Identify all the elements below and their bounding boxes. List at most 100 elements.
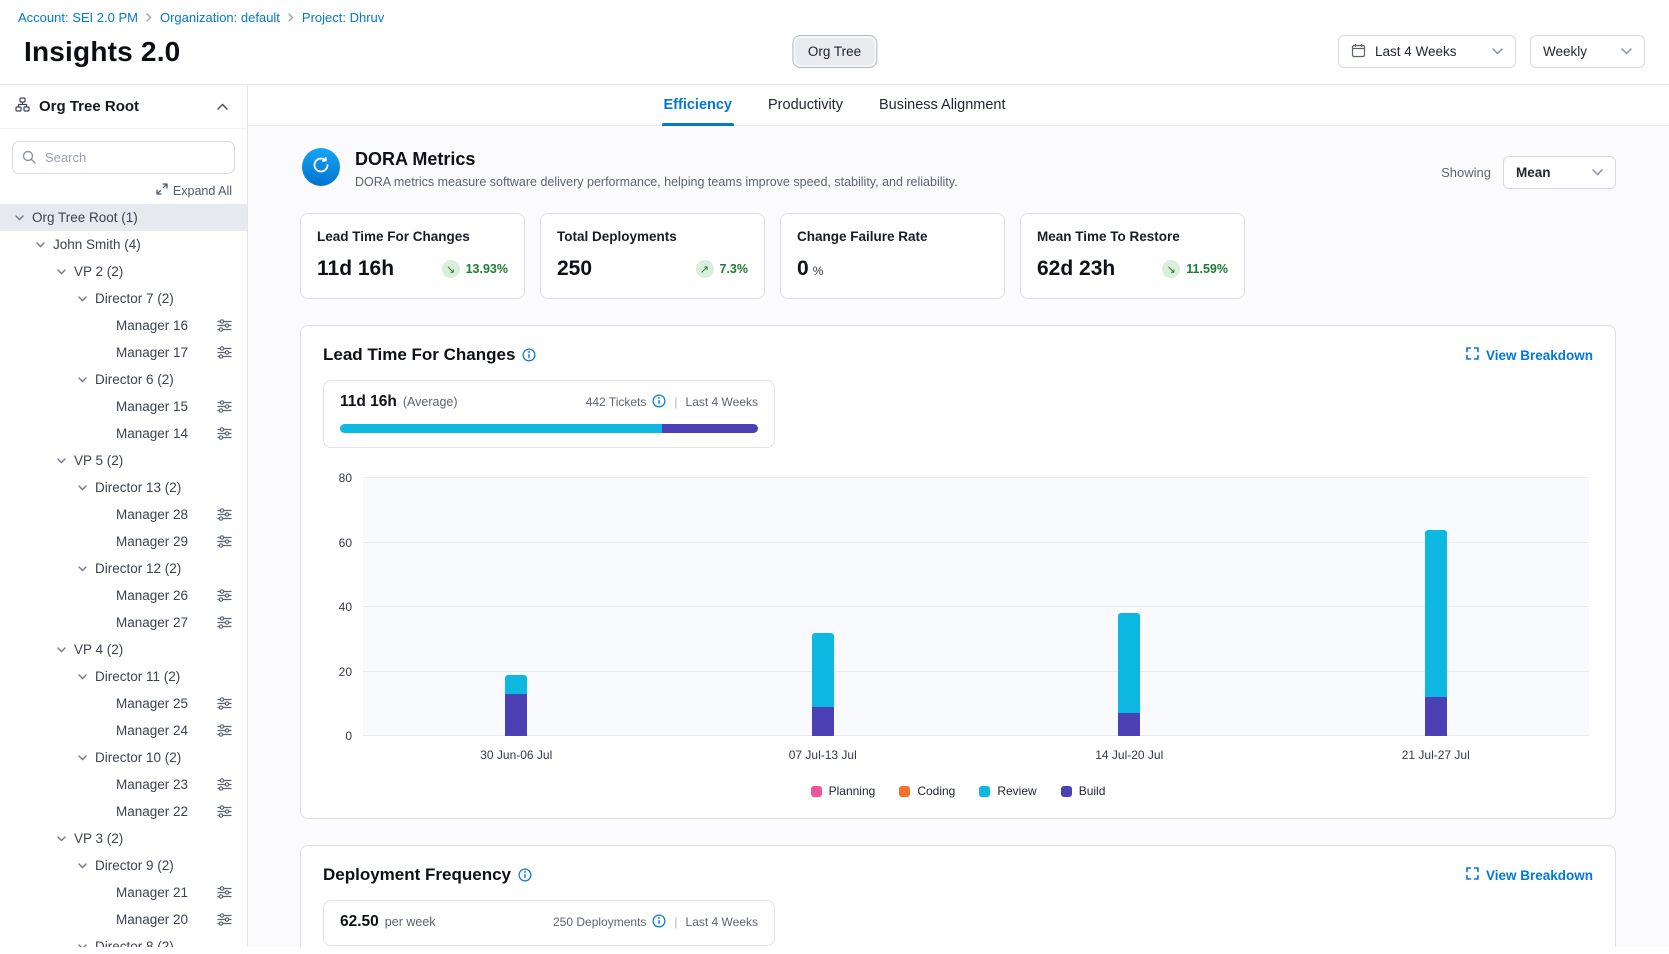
info-icon[interactable] bbox=[522, 348, 536, 362]
filter-sliders-icon[interactable] bbox=[217, 319, 232, 332]
date-range-value: Last 4 Weeks bbox=[1375, 44, 1457, 59]
bar-segment-build bbox=[1118, 713, 1140, 736]
header-row: Insights 2.0 Org Tree Last 4 Weeks Weekl… bbox=[0, 27, 1669, 84]
summary-value: 62.50 bbox=[340, 913, 379, 931]
chevron-down-icon[interactable] bbox=[77, 863, 87, 869]
tab-productivity[interactable]: Productivity bbox=[766, 85, 845, 125]
chevron-down-icon[interactable] bbox=[56, 647, 66, 653]
tree-node[interactable]: VP 5 (2) bbox=[0, 447, 247, 474]
org-tree-icon bbox=[15, 97, 30, 117]
tree-node[interactable]: Manager 24 bbox=[0, 717, 247, 744]
chevron-down-icon[interactable] bbox=[35, 242, 45, 248]
filter-sliders-icon[interactable] bbox=[217, 697, 232, 710]
breadcrumb-link[interactable]: Organization: default bbox=[160, 10, 280, 25]
chevron-down-icon[interactable] bbox=[77, 296, 87, 302]
filter-sliders-icon[interactable] bbox=[217, 589, 232, 602]
tree-node[interactable]: Director 12 (2) bbox=[0, 555, 247, 582]
filter-sliders-icon[interactable] bbox=[217, 346, 232, 359]
tree-node-label: Manager 25 bbox=[116, 696, 188, 711]
tree-node[interactable]: Manager 14 bbox=[0, 420, 247, 447]
chevron-down-icon[interactable] bbox=[56, 269, 66, 275]
tree-node[interactable]: Org Tree Root (1) bbox=[0, 204, 247, 231]
filter-sliders-icon[interactable] bbox=[217, 400, 232, 413]
aggregation-select[interactable]: Mean bbox=[1503, 156, 1616, 189]
chevron-down-icon[interactable] bbox=[77, 755, 87, 761]
tree-node[interactable]: Director 7 (2) bbox=[0, 285, 247, 312]
date-range-select[interactable]: Last 4 Weeks bbox=[1338, 35, 1516, 68]
trend-badge: ↘11.59% bbox=[1162, 260, 1228, 278]
filter-sliders-icon[interactable] bbox=[217, 616, 232, 629]
tree-node[interactable]: Manager 27 bbox=[0, 609, 247, 636]
chevron-down-icon[interactable] bbox=[14, 215, 24, 221]
chevron-down-icon[interactable] bbox=[77, 674, 87, 680]
metric-value: 11d 16h bbox=[317, 257, 394, 281]
tree-node[interactable]: Manager 16 bbox=[0, 312, 247, 339]
tree-node[interactable]: Director 8 (2) bbox=[0, 933, 247, 947]
filter-sliders-icon[interactable] bbox=[217, 886, 232, 899]
tab-efficiency[interactable]: Efficiency bbox=[662, 85, 735, 125]
tree-node[interactable]: Director 10 (2) bbox=[0, 744, 247, 771]
info-icon[interactable] bbox=[518, 868, 532, 882]
gridline bbox=[363, 542, 1589, 543]
expand-all-button[interactable]: Expand All bbox=[0, 176, 247, 204]
expand-all-label: Expand All bbox=[173, 184, 232, 198]
dashboard-scroll-area[interactable]: DORA Metrics DORA metrics measure softwa… bbox=[248, 126, 1669, 947]
metric-value-row: 11d 16h↘13.93% bbox=[317, 257, 508, 281]
gridline bbox=[363, 671, 1589, 672]
chevron-down-icon[interactable] bbox=[77, 485, 87, 491]
filter-sliders-icon[interactable] bbox=[217, 535, 232, 548]
tree-node[interactable]: Manager 17 bbox=[0, 339, 247, 366]
tree-node[interactable]: Manager 23 bbox=[0, 771, 247, 798]
tree-node[interactable]: Manager 25 bbox=[0, 690, 247, 717]
tree-node[interactable]: Manager 20 bbox=[0, 906, 247, 933]
tree-node[interactable]: Director 11 (2) bbox=[0, 663, 247, 690]
breadcrumb-link[interactable]: Project: Dhruv bbox=[302, 10, 384, 25]
stacked-bar bbox=[1425, 478, 1447, 736]
chevron-down-icon[interactable] bbox=[56, 458, 66, 464]
legend-swatch bbox=[899, 786, 910, 797]
view-breakdown-link[interactable]: View Breakdown bbox=[1466, 867, 1593, 883]
tree-node[interactable]: VP 3 (2) bbox=[0, 825, 247, 852]
chevron-right-icon bbox=[146, 13, 152, 22]
filter-sliders-icon[interactable] bbox=[217, 913, 232, 926]
tree-node-label: Manager 17 bbox=[116, 345, 188, 360]
tree-node[interactable]: Director 9 (2) bbox=[0, 852, 247, 879]
tree-node-label: Manager 27 bbox=[116, 615, 188, 630]
tree-node[interactable]: Manager 22 bbox=[0, 798, 247, 825]
bar-segment-review bbox=[1118, 613, 1140, 713]
trend-badge: ↗7.3% bbox=[696, 260, 749, 278]
tree-node[interactable]: VP 4 (2) bbox=[0, 636, 247, 663]
tree-node-label: Manager 26 bbox=[116, 588, 188, 603]
filter-sliders-icon[interactable] bbox=[217, 508, 232, 521]
view-breakdown-link[interactable]: View Breakdown bbox=[1466, 347, 1593, 363]
tab-business-alignment[interactable]: Business Alignment bbox=[877, 85, 1008, 125]
search-input[interactable] bbox=[12, 141, 235, 174]
chevron-down-icon[interactable] bbox=[77, 566, 87, 572]
tree-node[interactable]: Director 13 (2) bbox=[0, 474, 247, 501]
tree-node[interactable]: Manager 15 bbox=[0, 393, 247, 420]
chevron-down-icon[interactable] bbox=[56, 836, 66, 842]
chevron-down-icon[interactable] bbox=[77, 944, 87, 948]
info-icon[interactable] bbox=[652, 914, 666, 931]
breadcrumb: Account: SEI 2.0 PM Organization: default… bbox=[0, 0, 1669, 27]
filter-sliders-icon[interactable] bbox=[217, 778, 232, 791]
tree-node[interactable]: John Smith (4) bbox=[0, 231, 247, 258]
tree-node-label: Director 7 (2) bbox=[95, 291, 174, 306]
tree-node[interactable]: VP 2 (2) bbox=[0, 258, 247, 285]
tree-node[interactable]: Manager 28 bbox=[0, 501, 247, 528]
tree-node[interactable]: Director 6 (2) bbox=[0, 366, 247, 393]
collapse-sidebar-chevron-up-icon[interactable] bbox=[213, 99, 232, 114]
metric-value: 0% bbox=[797, 257, 823, 281]
dora-cycle-icon bbox=[302, 148, 340, 186]
chevron-down-icon[interactable] bbox=[77, 377, 87, 383]
granularity-select[interactable]: Weekly bbox=[1530, 35, 1645, 68]
breadcrumb-link[interactable]: Account: SEI 2.0 PM bbox=[18, 10, 138, 25]
tree-node[interactable]: Manager 26 bbox=[0, 582, 247, 609]
info-icon[interactable] bbox=[652, 394, 666, 411]
tree-node[interactable]: Manager 21 bbox=[0, 879, 247, 906]
org-tree-toggle-button[interactable]: Org Tree bbox=[792, 35, 877, 68]
filter-sliders-icon[interactable] bbox=[217, 805, 232, 818]
filter-sliders-icon[interactable] bbox=[217, 427, 232, 440]
filter-sliders-icon[interactable] bbox=[217, 724, 232, 737]
tree-node[interactable]: Manager 29 bbox=[0, 528, 247, 555]
